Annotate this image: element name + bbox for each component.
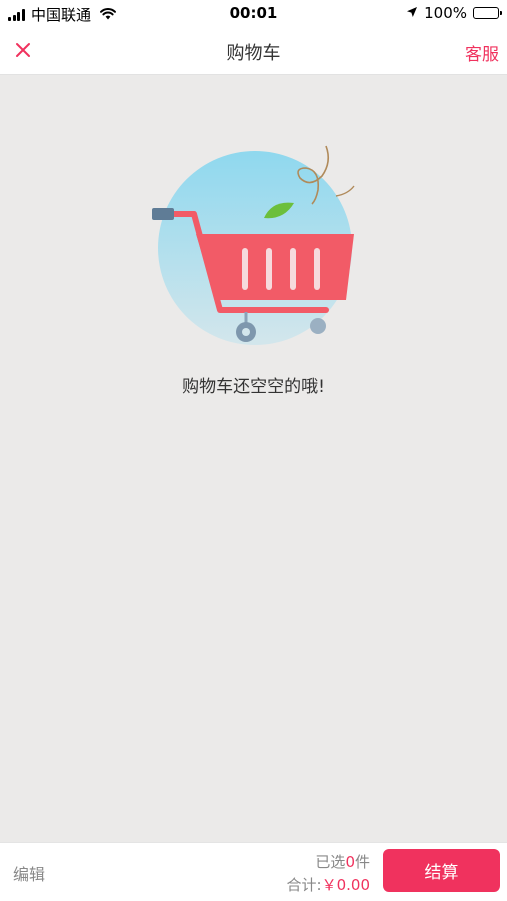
bottom-bar: 编辑 已选0件 合计:￥0.00 结算	[0, 842, 507, 901]
total-amount: ￥0.00	[321, 876, 370, 894]
nav-bar: 购物车 客服	[0, 28, 507, 75]
empty-cart-message: 购物车还空空的哦!	[182, 377, 325, 397]
battery-percent: 100%	[424, 4, 467, 22]
total-label: 合计:	[286, 876, 322, 894]
customer-service-button[interactable]: 客服	[465, 40, 499, 65]
selected-count-label: 已选0件	[315, 851, 370, 872]
selected-suffix: 件	[354, 853, 370, 871]
cart-handle	[152, 208, 174, 220]
status-bar-right: 100%	[406, 4, 502, 22]
checkout-button[interactable]: 结算	[383, 849, 500, 892]
cart-basket	[196, 234, 354, 300]
selected-prefix: 已选	[315, 853, 346, 871]
status-bar: 中国联通 00:01 100%	[0, 0, 507, 28]
location-icon	[406, 4, 418, 22]
page-title: 购物车	[226, 43, 281, 64]
cart-wheel	[310, 318, 326, 334]
empty-cart-illustration	[150, 142, 362, 352]
battery-icon	[473, 7, 502, 19]
edit-button[interactable]: 编辑	[13, 861, 45, 885]
selected-count: 0	[345, 853, 355, 871]
total-price-line: 合计:￥0.00	[287, 874, 370, 895]
